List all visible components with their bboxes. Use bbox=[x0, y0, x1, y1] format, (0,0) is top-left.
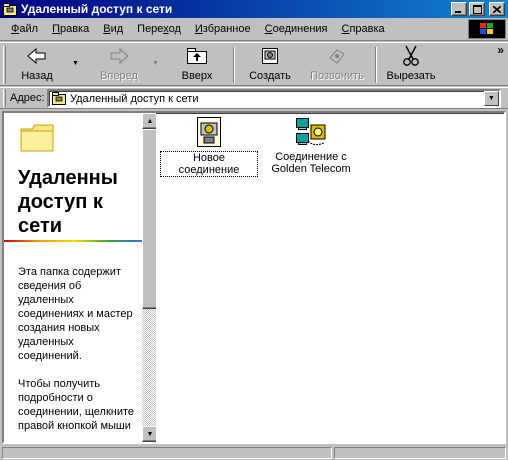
scroll-up-button[interactable]: ▲ bbox=[142, 113, 156, 129]
connection-icon bbox=[296, 118, 326, 146]
new-connection-icon bbox=[262, 48, 278, 64]
arrow-up-icon: ▲ bbox=[146, 117, 154, 125]
dial-label: Позвонить bbox=[310, 70, 364, 82]
folder-icon bbox=[20, 124, 54, 152]
address-value[interactable]: Удаленный доступ к сети bbox=[70, 93, 484, 105]
maximize-icon bbox=[472, 4, 482, 14]
address-field[interactable]: Удаленный доступ к сети ▼ bbox=[47, 89, 501, 108]
arrow-down-icon: ▼ bbox=[146, 430, 154, 438]
content-area: Удаленны доступ к сети Эта папка содержи… bbox=[2, 111, 506, 444]
back-dropdown-icon[interactable]: ▼ bbox=[72, 60, 79, 67]
forward-button[interactable]: Вперед bbox=[92, 45, 146, 85]
minimize-button[interactable] bbox=[451, 2, 467, 16]
create-button[interactable]: Создать bbox=[243, 45, 297, 85]
address-bar: Адрес: Удаленный доступ к сети ▼ bbox=[0, 87, 508, 109]
forward-label: Вперед bbox=[100, 70, 138, 82]
windows-flag-icon bbox=[480, 23, 493, 34]
forward-dropdown-icon[interactable]: ▼ bbox=[152, 60, 159, 67]
dialup-folder-icon bbox=[52, 92, 66, 105]
menu-bar: Файл Правка Вид Переход Избранное Соедин… bbox=[0, 18, 508, 41]
address-grip[interactable] bbox=[3, 89, 6, 107]
toolbar-grip[interactable] bbox=[3, 46, 6, 84]
address-dropdown-button[interactable]: ▼ bbox=[484, 91, 499, 106]
close-icon bbox=[493, 5, 501, 13]
panel-title-line: сети bbox=[18, 215, 63, 237]
file-item-new-connection[interactable]: Новое соединение bbox=[160, 115, 258, 177]
scroll-thumb[interactable] bbox=[142, 129, 156, 309]
menu-help[interactable]: Справка bbox=[335, 23, 392, 35]
create-label: Создать bbox=[249, 70, 291, 82]
back-arrow-icon bbox=[27, 48, 46, 64]
minimize-icon bbox=[455, 11, 461, 13]
menu-view[interactable]: Вид bbox=[96, 23, 130, 35]
menu-file[interactable]: Файл bbox=[4, 23, 45, 35]
description-paragraph: Чтобы получить подробности о соединении,… bbox=[18, 378, 135, 432]
address-label: Адрес: bbox=[10, 92, 45, 104]
menu-go[interactable]: Переход bbox=[130, 23, 188, 35]
web-view-panel: Удаленны доступ к сети Эта папка содержи… bbox=[4, 113, 156, 442]
back-button[interactable]: Назад bbox=[14, 45, 60, 85]
toolbar-separator bbox=[375, 47, 377, 83]
menu-favorites[interactable]: Избранное bbox=[188, 23, 258, 35]
chevron-down-icon: ▼ bbox=[488, 95, 495, 102]
file-name: Новое соединение bbox=[160, 151, 258, 177]
menu-connections[interactable]: Соединения bbox=[258, 23, 335, 35]
status-cell bbox=[334, 447, 506, 459]
up-button[interactable]: Вверх bbox=[174, 45, 220, 85]
toolbar-separator bbox=[233, 47, 235, 83]
panel-title-line: Удаленны bbox=[18, 167, 118, 189]
dial-button[interactable]: Позвонить bbox=[305, 45, 369, 85]
close-button[interactable] bbox=[489, 2, 505, 16]
window-title: Удаленный доступ к сети bbox=[21, 2, 173, 16]
forward-arrow-icon bbox=[110, 48, 129, 64]
file-name: Соединение с Golden Telecom bbox=[271, 151, 351, 175]
maximize-button[interactable] bbox=[469, 2, 485, 16]
dialup-folder-icon bbox=[3, 2, 17, 16]
windows-logo bbox=[468, 19, 506, 39]
panel-description: Эта папка содержит сведения об удаленных… bbox=[18, 265, 140, 442]
vertical-scrollbar[interactable]: ▲ ▼ bbox=[142, 113, 156, 442]
explorer-window: Удаленный доступ к сети Файл Правка Вид … bbox=[0, 0, 508, 460]
panel-title-line: доступ к bbox=[18, 191, 103, 213]
scroll-down-button[interactable]: ▼ bbox=[142, 426, 156, 442]
scissors-icon bbox=[403, 45, 419, 66]
new-connection-icon bbox=[197, 117, 221, 147]
status-cell bbox=[2, 447, 332, 459]
folder-up-icon bbox=[187, 48, 207, 64]
up-label: Вверх bbox=[181, 70, 213, 82]
back-label: Назад bbox=[21, 70, 53, 82]
file-item-golden-telecom[interactable]: Соединение с Golden Telecom bbox=[264, 115, 358, 175]
rainbow-divider bbox=[4, 240, 144, 242]
cut-button[interactable]: Вырезать bbox=[382, 45, 440, 85]
status-bar bbox=[0, 446, 508, 460]
standard-toolbar: Назад ▼ Вперед ▼ Вверх Создать Позвонить… bbox=[0, 42, 508, 86]
toolbar-overflow-chevron[interactable]: » bbox=[497, 43, 504, 57]
title-bar[interactable]: Удаленный доступ к сети bbox=[0, 0, 508, 18]
panel-title: Удаленны доступ к сети bbox=[18, 166, 140, 238]
cut-label: Вырезать bbox=[386, 70, 436, 82]
menu-edit[interactable]: Правка bbox=[45, 23, 96, 35]
file-list[interactable]: Новое соединение Соединение с Golden Tel… bbox=[160, 113, 504, 442]
description-paragraph: Эта папка содержит сведения об удаленных… bbox=[18, 266, 133, 362]
phone-icon bbox=[329, 49, 345, 64]
